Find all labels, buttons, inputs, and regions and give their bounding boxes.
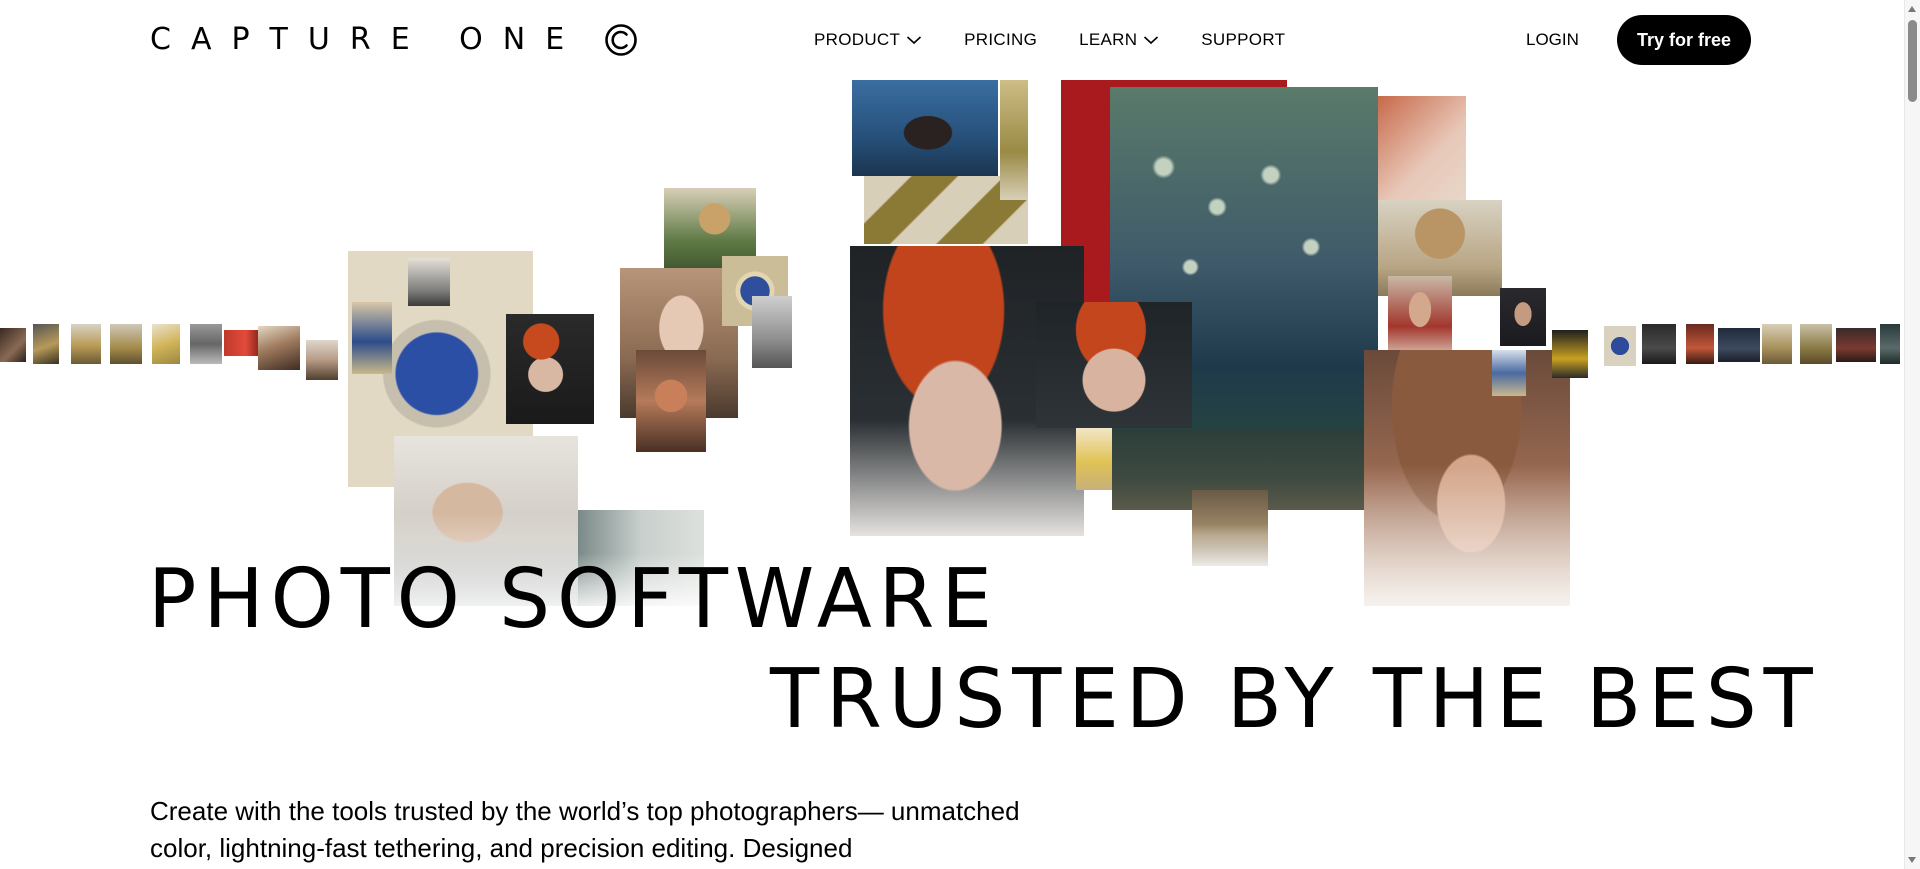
- logo-text: CAPTURE ONE: [150, 22, 585, 57]
- photo-red-hair-crop: [1378, 96, 1466, 200]
- photo-redhead-portrait: [506, 314, 594, 424]
- nav-item-label: SUPPORT: [1201, 30, 1286, 49]
- strip-thumbnail: [224, 330, 260, 356]
- hero-headline-line-1: PHOTO SOFTWARE: [148, 552, 999, 647]
- site-header: CAPTURE ONE PRODUCT PRICING LEARN SUPPOR…: [0, 0, 1905, 80]
- photo-gold-chain: [1000, 80, 1028, 200]
- strip-thumbnail: [1642, 324, 1676, 364]
- strip-thumbnail: [306, 340, 338, 380]
- strip-thumbnail: [1552, 330, 1588, 378]
- photo-woman-blue-sky: [852, 80, 998, 176]
- hero-headline-line-2: TRUSTED BY THE BEST: [770, 652, 1820, 747]
- scroll-down-icon[interactable]: [1908, 857, 1916, 863]
- strip-thumbnail: [1762, 324, 1792, 364]
- nav-item-product[interactable]: PRODUCT: [814, 30, 922, 50]
- photo-gray-street: [752, 296, 792, 368]
- nav-item-label: PRODUCT: [814, 30, 901, 49]
- scroll-up-icon[interactable]: [1908, 6, 1916, 12]
- nav-item-pricing[interactable]: PRICING: [964, 30, 1037, 50]
- main-nav: PRODUCT PRICING LEARN SUPPORT: [814, 30, 1285, 50]
- scrollbar-thumb[interactable]: [1908, 20, 1917, 102]
- strip-thumbnail: [71, 324, 101, 364]
- photo-small-figure: [1492, 350, 1526, 396]
- hero-intro-text: Create with the tools trusted by the wor…: [150, 796, 1020, 863]
- strip-thumbnail: [1880, 324, 1900, 364]
- strip-thumbnail: [190, 324, 222, 364]
- strip-thumbnail: [33, 324, 59, 364]
- photo-man-portrait: [1500, 288, 1546, 346]
- chevron-down-icon: [1144, 36, 1159, 45]
- photo-cowboy-hat-woman: [1364, 350, 1570, 606]
- photo-yellow-flowers: [1076, 428, 1112, 490]
- photo-redhead-hat: [636, 350, 706, 452]
- strip-thumbnail: [152, 324, 180, 364]
- page: CAPTURE ONE PRODUCT PRICING LEARN SUPPOR…: [0, 0, 1920, 869]
- try-for-free-button[interactable]: Try for free: [1617, 15, 1751, 65]
- page-scrollbar[interactable]: [1904, 0, 1920, 869]
- strip-thumbnail: [1800, 324, 1832, 364]
- photo-figure-blue: [352, 302, 392, 374]
- photo-woman-red-top: [1388, 276, 1452, 360]
- strip-thumbnail: [110, 324, 142, 364]
- capture-one-logo-icon: [605, 24, 638, 56]
- strip-thumbnail: [258, 326, 300, 370]
- chevron-down-icon: [907, 36, 922, 45]
- brand-logo[interactable]: CAPTURE ONE: [150, 22, 638, 58]
- strip-thumbnail: [0, 328, 26, 362]
- strip-thumbnail: [1604, 326, 1636, 366]
- nav-item-label: LEARN: [1079, 30, 1138, 49]
- nav-item-learn[interactable]: LEARN: [1079, 30, 1159, 50]
- nav-item-label: PRICING: [964, 30, 1038, 49]
- photo-redhead-profile: [1036, 302, 1192, 428]
- strip-thumbnail: [1836, 328, 1876, 362]
- nav-item-support[interactable]: SUPPORT: [1201, 30, 1285, 50]
- strip-thumbnail: [1686, 324, 1714, 364]
- login-link[interactable]: LOGIN: [1526, 30, 1579, 50]
- photo-dry-grass: [1192, 490, 1268, 566]
- strip-thumbnail: [1718, 328, 1760, 362]
- photo-standing-figure: [408, 258, 450, 306]
